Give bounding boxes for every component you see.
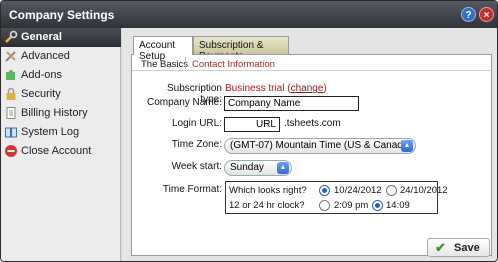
company-settings-window: Company Settings ? × General Advanced Ad… — [0, 0, 498, 262]
time-zone-value: (GMT-07) Mountain Time (US & Canada) — [230, 140, 412, 151]
sidebar: General Advanced Add-ons Security Billin… — [1, 28, 121, 261]
stop-icon — [5, 145, 17, 157]
sidebar-item-general[interactable]: General — [1, 28, 121, 47]
login-url-domain: .tsheets.com — [284, 118, 341, 129]
date-format-dmy-label: 24/10/2012 — [400, 185, 448, 196]
week-start-select[interactable]: Sunday ▲ — [224, 160, 292, 176]
clock-radio-24h[interactable] — [372, 200, 383, 211]
sidebar-item-label: Advanced — [21, 50, 70, 62]
save-button[interactable]: ✔ Save — [427, 238, 490, 257]
change-subscription-link[interactable]: change — [291, 83, 324, 94]
date-format-mdy-label: 10/24/2012 — [334, 185, 382, 196]
tab-account-setup[interactable]: Account Setup — [133, 36, 193, 62]
sidebar-item-close-account[interactable]: Close Account — [1, 142, 121, 161]
puzzle-icon — [6, 70, 15, 80]
login-url-field[interactable]: URL — [224, 117, 280, 132]
sidebar-item-add-ons[interactable]: Add-ons — [1, 66, 121, 85]
sidebar-item-label: Close Account — [21, 145, 92, 157]
checkmark-icon: ✔ — [435, 240, 446, 255]
company-name-field[interactable]: Company Name — [224, 96, 359, 111]
help-icon[interactable]: ? — [461, 7, 476, 22]
sidebar-item-billing-history[interactable]: Billing History — [1, 104, 121, 123]
clock-24h-label: 14:09 — [386, 200, 410, 211]
sidebar-item-label: Add-ons — [21, 69, 62, 81]
title-bar: Company Settings ? × — [1, 1, 497, 28]
close-icon[interactable]: × — [479, 7, 494, 22]
time-zone-select[interactable]: (GMT-07) Mountain Time (US & Canada) ▲ — [224, 138, 416, 154]
time-format-label: Time Format: — [162, 184, 222, 195]
subnav-divider — [185, 57, 186, 69]
which-looks-right-label: Which looks right? — [229, 185, 307, 196]
wrench-icon — [5, 30, 18, 43]
subnav-contact-information[interactable]: Contact Information — [192, 59, 275, 70]
subscription-type-value: Business trial (change) — [225, 83, 327, 94]
window-title: Company Settings — [9, 8, 115, 22]
sub-navigation: The Basics Contact Information — [132, 55, 491, 71]
time-zone-label: Time Zone: — [171, 139, 222, 150]
week-start-value: Sunday — [230, 162, 264, 173]
week-start-label: Week start: — [171, 161, 222, 172]
sidebar-item-label: System Log — [21, 126, 80, 138]
login-url-label: Login URL: — [171, 118, 222, 129]
tools-icon — [5, 51, 16, 62]
clock-12h-label: 2:09 pm — [334, 200, 369, 211]
time-format-box: Which looks right? 10/24/2012 24/10/2012… — [225, 181, 448, 214]
change-close-paren: ) — [323, 83, 327, 94]
clock-radio-12h[interactable] — [319, 200, 330, 211]
lock-icon — [6, 87, 16, 100]
sidebar-item-advanced[interactable]: Advanced — [1, 47, 121, 66]
date-format-radio-mdy[interactable] — [319, 185, 330, 196]
sidebar-item-label: Security — [21, 88, 61, 100]
save-label: Save — [454, 242, 480, 254]
sidebar-item-system-log[interactable]: System Log — [1, 123, 121, 142]
main-content: Account Setup Subscription & Payments Th… — [122, 28, 497, 261]
account-setup-panel: The Basics Contact Information Subscript… — [131, 54, 492, 256]
chevron-updown-icon: ▲ — [401, 140, 413, 152]
chevron-updown-icon: ▲ — [277, 162, 289, 174]
sidebar-item-label: Billing History — [21, 107, 88, 119]
date-format-radio-dmy[interactable] — [386, 185, 397, 196]
sidebar-item-label: General — [21, 31, 62, 43]
sidebar-item-security[interactable]: Security — [1, 85, 121, 104]
subscription-plan: Business trial — [225, 83, 285, 94]
book-icon — [5, 127, 17, 138]
document-icon — [6, 107, 16, 119]
company-name-label: Company Name: — [146, 97, 222, 108]
clock-format-label: 12 or 24 hr clock? — [229, 200, 305, 211]
tab-subscription-payments[interactable]: Subscription & Payments — [193, 36, 289, 62]
